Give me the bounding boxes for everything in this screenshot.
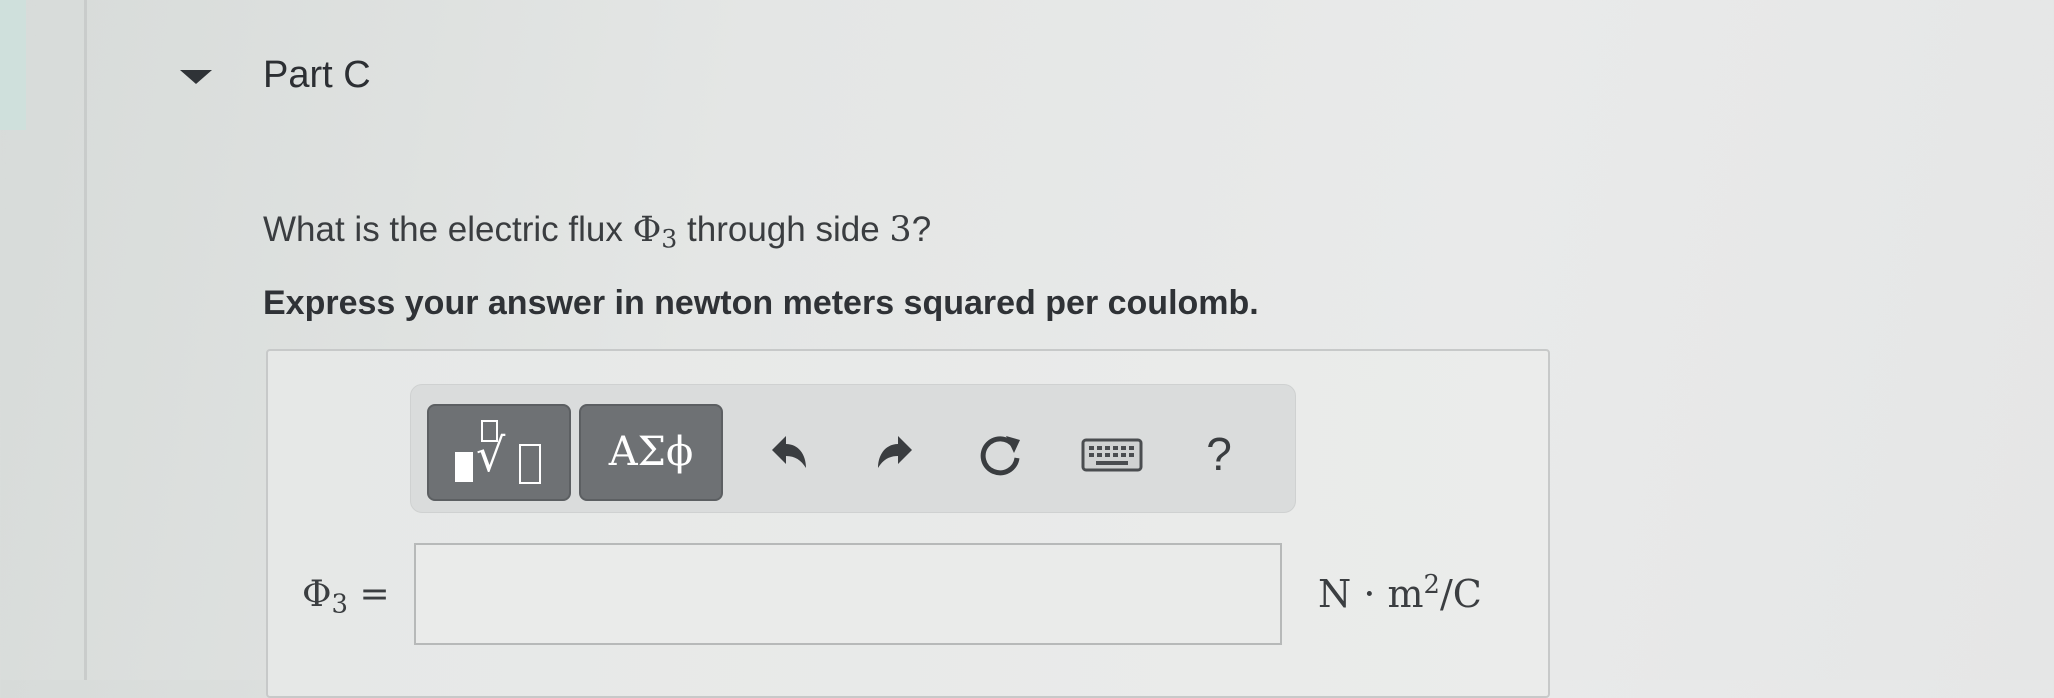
part-title: Part C (263, 54, 371, 96)
flux-subscript: 3 (661, 224, 678, 254)
help-button[interactable]: ? (1194, 424, 1244, 484)
radical-icon: √ (476, 428, 506, 482)
units-base: N · m (1318, 572, 1424, 617)
greek-symbols-button[interactable]: ΑΣϕ (579, 404, 723, 501)
answer-units: N · m2/C (1318, 570, 1482, 616)
redo-button[interactable] (866, 424, 926, 484)
radicand-box-icon (519, 444, 541, 484)
question-prefix: What is the electric flux (263, 210, 633, 249)
collapse-caret-icon[interactable] (180, 70, 212, 84)
reset-button[interactable] (970, 424, 1030, 484)
answer-phi: Φ (302, 574, 332, 615)
redo-icon (878, 436, 912, 468)
units-exponent: 2 (1423, 570, 1440, 600)
question-text: What is the electric flux Φ3 through sid… (263, 210, 931, 253)
keyboard-icon (1081, 438, 1143, 472)
reset-icon (980, 436, 1020, 476)
left-accent-strip (0, 0, 26, 130)
left-divider (84, 0, 87, 680)
answer-subscript: 3 (331, 589, 348, 620)
side-number: 3 (889, 210, 912, 250)
undo-button[interactable] (758, 424, 818, 484)
undo-icon (772, 436, 806, 468)
flux-symbol: Φ3 (632, 210, 678, 254)
cursor-block-icon (455, 452, 473, 482)
keyboard-button[interactable] (1078, 424, 1146, 484)
templates-button[interactable]: √ (427, 404, 571, 501)
answer-label: Φ3 = (302, 574, 390, 619)
answer-instruction: Express your answer in newton meters squ… (263, 284, 1259, 322)
units-tail: /C (1439, 572, 1482, 617)
flux-phi: Φ (632, 210, 662, 250)
question-mark: ? (911, 210, 932, 249)
answer-equals: = (348, 574, 390, 615)
question-suffix: through side (677, 210, 890, 249)
answer-input[interactable] (414, 543, 1282, 645)
